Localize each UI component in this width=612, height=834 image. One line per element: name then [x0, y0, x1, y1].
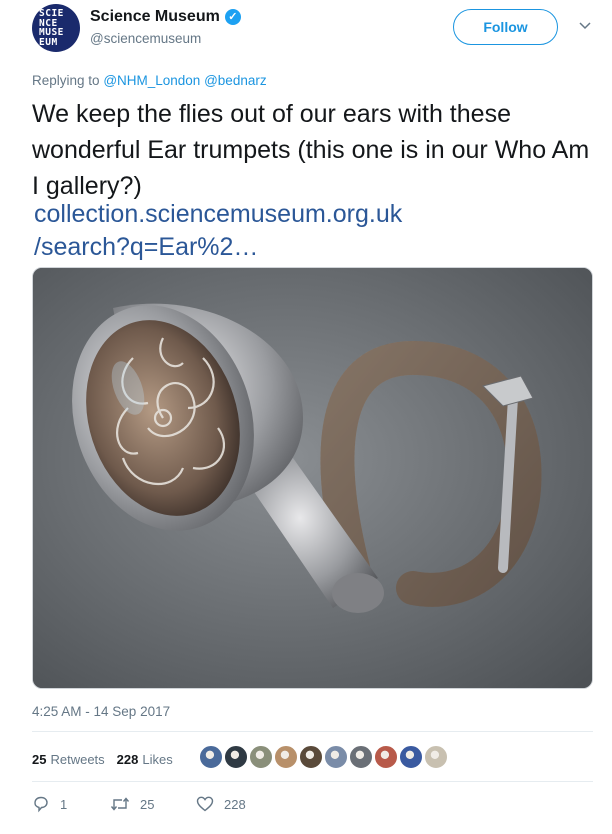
like-action[interactable]: 228	[196, 795, 246, 813]
tweet-header: SCIE NCE MUSE EUM Science Museum ✓ @scie…	[32, 4, 592, 52]
retweets-stat[interactable]: 25 Retweets	[32, 752, 105, 767]
liker-avatars	[199, 745, 448, 769]
verified-badge-icon: ✓	[224, 9, 241, 25]
like-count: 228	[224, 796, 246, 812]
follow-button[interactable]: Follow	[453, 9, 558, 45]
replying-to: Replying to @NHM_London @bednarz	[32, 73, 267, 88]
reply-action[interactable]: 1	[32, 795, 110, 813]
liker-avatar[interactable]	[249, 745, 273, 769]
tweet-url-line[interactable]: /search?q=Ear%2…	[34, 231, 554, 264]
tweet-url-line[interactable]: collection.sciencemuseum.org.uk	[34, 198, 554, 231]
replying-to-prefix: Replying to	[32, 73, 100, 88]
reply-count: 1	[60, 796, 68, 812]
heart-icon	[196, 796, 214, 812]
account-handle[interactable]: @sciencemuseum	[90, 31, 241, 46]
likes-label: Likes	[142, 751, 173, 767]
divider	[32, 731, 593, 732]
liker-avatar[interactable]	[199, 745, 223, 769]
retweets-label: Retweets	[50, 751, 105, 767]
liker-avatar[interactable]	[324, 745, 348, 769]
reply-icon	[34, 796, 48, 813]
mention-link[interactable]: @NHM_London	[103, 73, 200, 88]
liker-avatar[interactable]	[274, 745, 298, 769]
account-names: Science Museum ✓ @sciencemuseum	[90, 8, 241, 46]
divider	[32, 781, 593, 782]
likes-count: 228	[116, 751, 139, 767]
display-name-row[interactable]: Science Museum ✓	[90, 8, 241, 26]
retweet-action[interactable]: 25	[110, 795, 196, 813]
display-name[interactable]: Science Museum	[90, 8, 220, 26]
tweet-stats: 25 Retweets 228 Likes	[32, 745, 185, 773]
account-avatar[interactable]: SCIE NCE MUSE EUM	[32, 4, 80, 52]
tweet-text: We keep the flies out of our ears with t…	[32, 100, 590, 200]
likes-stat[interactable]: 228 Likes	[117, 752, 173, 767]
liker-avatar[interactable]	[374, 745, 398, 769]
liker-avatar[interactable]	[224, 745, 248, 769]
retweet-count: 25	[140, 796, 155, 812]
liker-avatar[interactable]	[349, 745, 373, 769]
retweets-count: 25	[32, 751, 47, 767]
science-museum-logo: SCIE NCE MUSE EUM	[39, 9, 73, 47]
liker-avatar[interactable]	[299, 745, 323, 769]
logo-line: EUM	[39, 36, 58, 48]
liker-avatar[interactable]	[399, 745, 423, 769]
tweet-actions: 1 25 228	[32, 792, 246, 816]
chevron-down-icon[interactable]	[578, 18, 592, 32]
retweet-icon	[110, 797, 130, 811]
tweet-timestamp[interactable]: 4:25 AM - 14 Sep 2017	[32, 704, 170, 719]
mention-link[interactable]: @bednarz	[204, 73, 267, 88]
tweet-url-link[interactable]: collection.sciencemuseum.org.uk /search?…	[34, 198, 554, 264]
liker-avatar[interactable]	[424, 745, 448, 769]
tweet-media-photo[interactable]	[32, 267, 593, 689]
ear-trumpet-image	[33, 268, 592, 688]
